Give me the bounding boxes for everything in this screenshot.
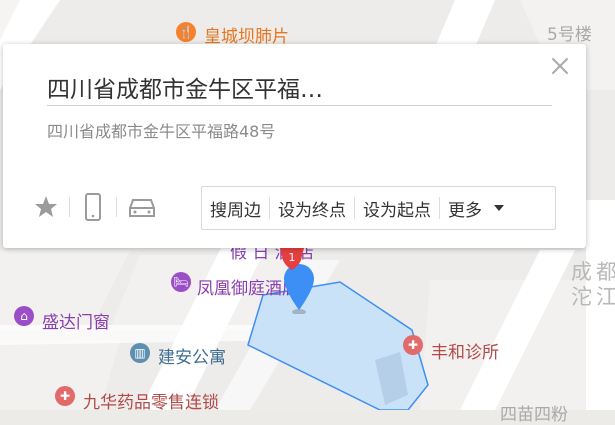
phone-icon[interactable] bbox=[78, 192, 108, 222]
restaurant-icon: 🍴 bbox=[176, 22, 196, 42]
road-label-1: 成沱 bbox=[571, 260, 592, 309]
bottom-right-label: 四苗四粉 bbox=[500, 405, 568, 425]
location-title: 四川省成都市金牛区平福… bbox=[47, 77, 323, 103]
red-marker-icon[interactable]: 1 bbox=[277, 248, 307, 278]
more-label: 更多 bbox=[448, 200, 482, 221]
icon-separator bbox=[116, 197, 117, 217]
star-icon[interactable] bbox=[31, 192, 61, 222]
action-bar: 搜周边 设为终点 设为起点 更多 bbox=[201, 186, 556, 230]
apartment-icon: ▥ bbox=[130, 343, 150, 363]
close-icon[interactable] bbox=[549, 55, 571, 77]
shop-icon: ⌂ bbox=[14, 306, 34, 326]
icon-separator bbox=[69, 197, 70, 217]
poi-shop-label[interactable]: 盛达门窗 bbox=[42, 308, 110, 333]
car-icon[interactable] bbox=[127, 192, 157, 222]
location-address: 四川省成都市金牛区平福路48号 bbox=[47, 122, 276, 141]
poi-pharmacy-label[interactable]: 九华药品零售连锁 bbox=[83, 388, 219, 413]
clinic-icon: ✚ bbox=[403, 335, 423, 355]
more-dropdown[interactable]: 更多 bbox=[440, 196, 512, 221]
set-destination-button[interactable]: 设为终点 bbox=[270, 196, 354, 221]
building-label[interactable]: 5号楼 bbox=[547, 20, 592, 45]
svg-text:1: 1 bbox=[289, 251, 296, 264]
pharmacy-icon: ✚ bbox=[55, 386, 75, 406]
search-nearby-button[interactable]: 搜周边 bbox=[202, 196, 269, 221]
location-info-popup: 四川省成都市金牛区平福… 四川省成都市金牛区平福路48号 搜周边 设为终点 设为… bbox=[3, 44, 586, 248]
chevron-down-icon bbox=[494, 205, 504, 211]
set-origin-button[interactable]: 设为起点 bbox=[355, 196, 439, 221]
hotel-icon: 🛏 bbox=[171, 272, 191, 292]
road-label-2: 都江 bbox=[596, 260, 615, 309]
poi-clinic-label[interactable]: 丰和诊所 bbox=[431, 338, 499, 363]
poi-apartment-label[interactable]: 建安公寓 bbox=[158, 343, 226, 368]
title-divider bbox=[47, 105, 552, 106]
